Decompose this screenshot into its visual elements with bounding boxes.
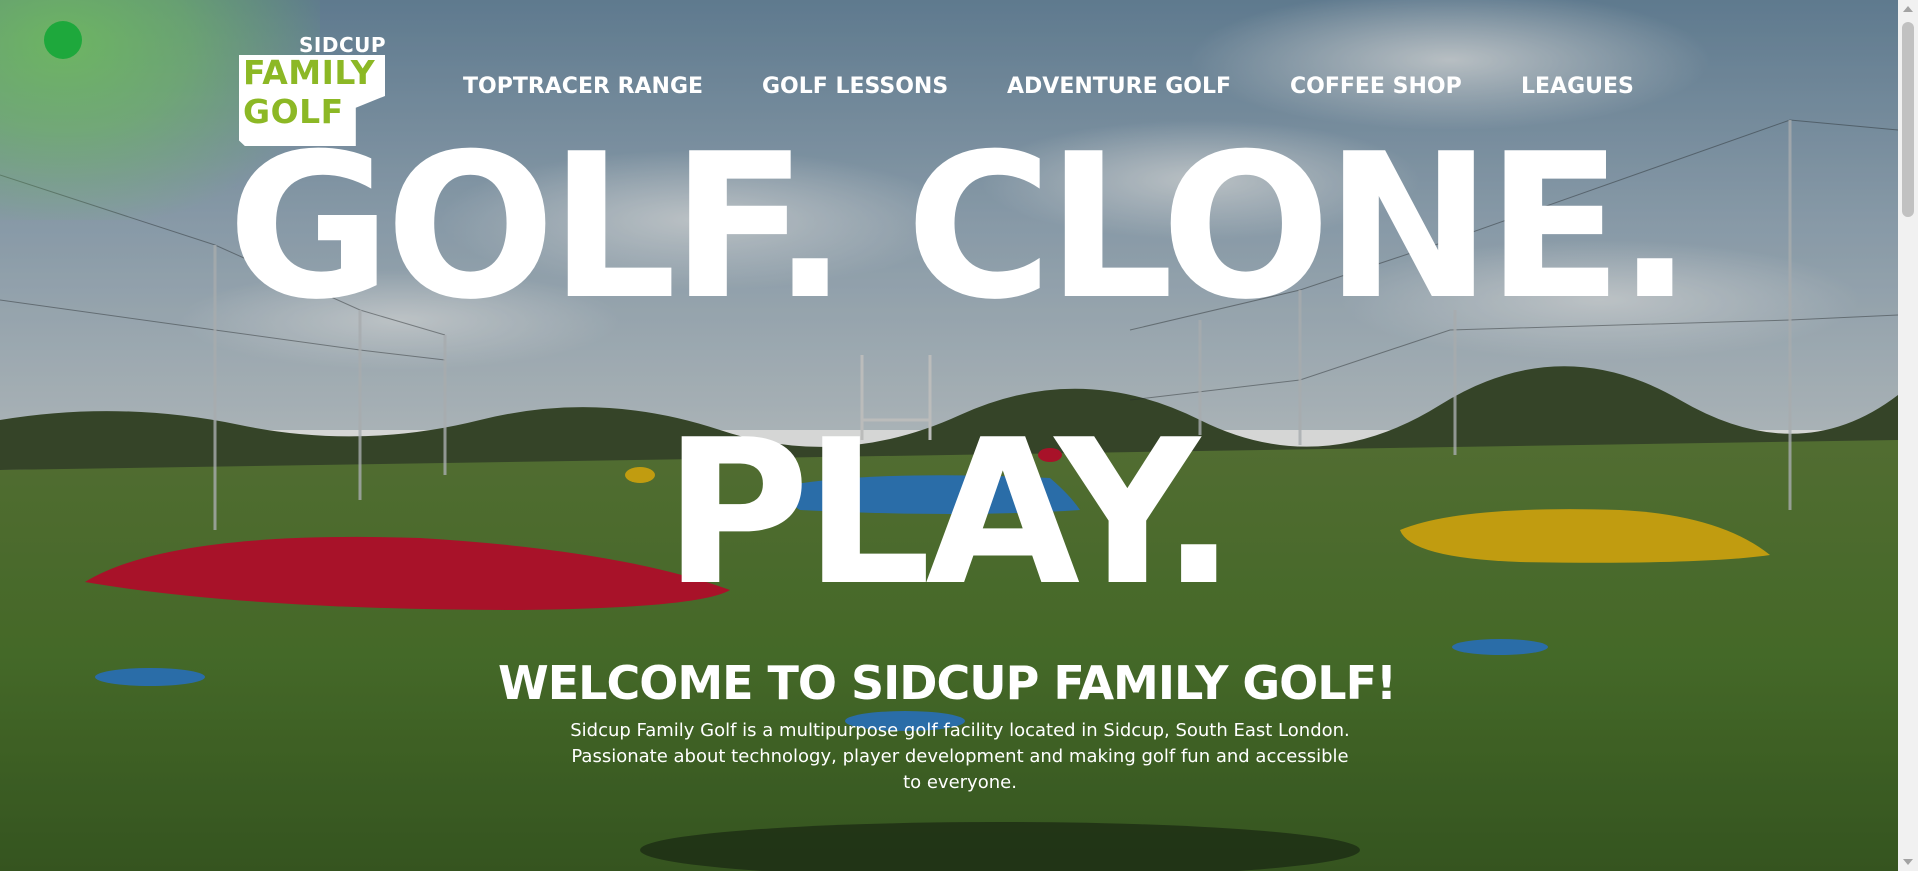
- intro-paragraph: Sidcup Family Golf is a multipurpose gol…: [570, 720, 1350, 793]
- nav-item-leagues[interactable]: LEAGUES: [1521, 74, 1634, 99]
- scrollbar-thumb[interactable]: [1902, 22, 1914, 217]
- status-dot-icon: [44, 21, 82, 59]
- hero-headline-line2: PLAY.: [663, 397, 1236, 630]
- hero-headline-line1: GOLF. CLONE.: [227, 111, 1693, 344]
- nav-item-golf-lessons[interactable]: GOLF LESSONS: [762, 74, 948, 99]
- welcome-heading: WELCOME TO SIDCUP FAMILY GOLF!: [498, 656, 1397, 710]
- nav-item-coffee-shop[interactable]: COFFEE SHOP: [1290, 74, 1462, 99]
- page: SIDCUP FAMILY GOLF TOPTRACER RANGE GOLF …: [0, 0, 1918, 871]
- page-scrollbar[interactable]: [1898, 0, 1918, 871]
- nav-item-toptracer-range[interactable]: TOPTRACER RANGE: [463, 74, 703, 99]
- scroll-up-arrow-icon[interactable]: [1903, 6, 1913, 12]
- scroll-down-arrow-icon[interactable]: [1903, 859, 1913, 865]
- logo-line-family: FAMILY: [243, 53, 376, 92]
- nav-item-adventure-golf[interactable]: ADVENTURE GOLF: [1007, 74, 1231, 99]
